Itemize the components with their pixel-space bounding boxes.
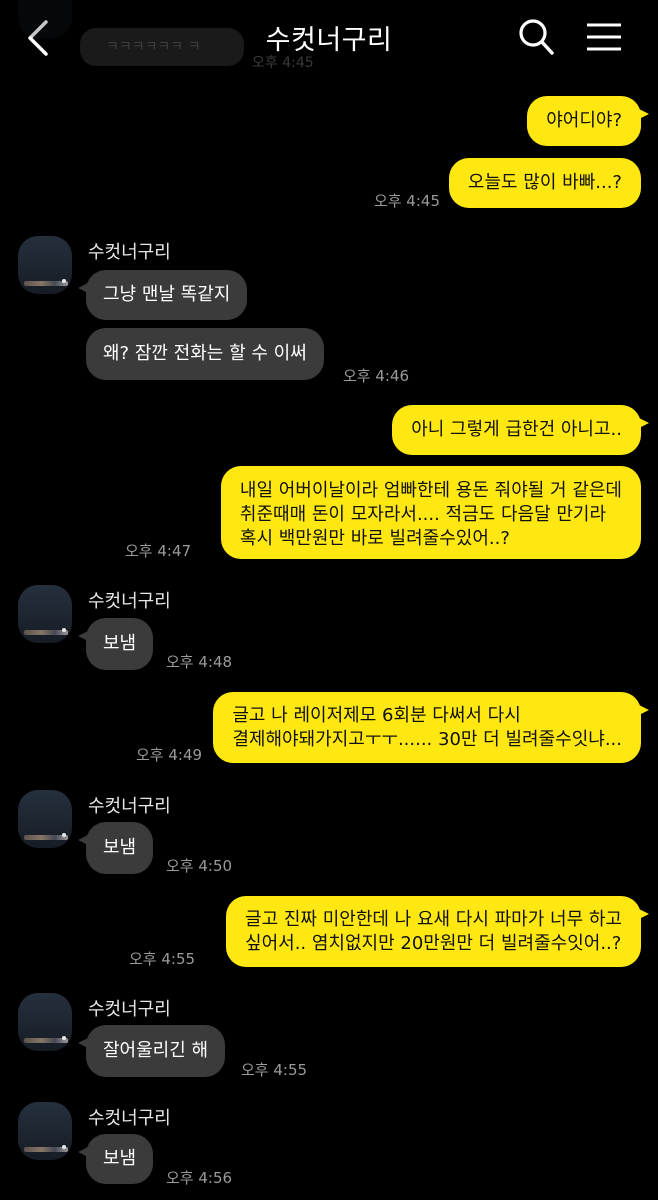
sender-name: 수컷너구리 <box>88 242 171 263</box>
message-bubble-received: 보냄 <box>77 1134 154 1184</box>
message-bubble-received: 보냄 <box>77 822 154 874</box>
message-bubble-sent: 야어디야? <box>527 96 649 146</box>
avatar[interactable] <box>18 1102 72 1160</box>
sender-name: 수컷너구리 <box>88 999 171 1020</box>
avatar[interactable] <box>18 790 72 848</box>
avatar[interactable] <box>18 236 72 294</box>
message-bubble-received: 보냄 <box>77 618 154 670</box>
message-bubble-received: 왜? 잠깐 전화는 할 수 이써 <box>86 328 324 380</box>
message-bubble-received: 잘어울리긴 해 <box>77 1025 226 1077</box>
message-time: 오후 4:49 <box>136 746 203 764</box>
message-bubble-sent: 글고 진짜 미안한데 나 요새 다시 파마가 너무 하고 싶어서.. 염치없지만… <box>226 896 649 967</box>
message-bubble-sent: 글고 나 레이저제모 6회분 다써서 다시 결제해야돼가지고ㅜㅜ...... 3… <box>213 692 649 763</box>
message-time: 오후 4:45 <box>252 55 314 71</box>
search-icon[interactable] <box>516 16 556 58</box>
message-time: 오후 4:47 <box>125 542 192 560</box>
message-bubble-received: 그냥 맨날 똑같지 <box>77 270 248 320</box>
message-time: 오후 4:45 <box>373 192 440 210</box>
message-bubble-sent: 내일 어버이날이라 엄빠한테 용돈 줘야될 거 같은데 취준때매 돈이 모자라서… <box>220 466 641 559</box>
message-time: 오후 4:48 <box>166 653 233 671</box>
hamburger-menu-icon[interactable] <box>584 20 624 54</box>
message-time: 오후 4:56 <box>166 1169 233 1187</box>
message-bubble-sent: 오늘도 많이 바빠...? <box>448 158 641 208</box>
message-time: 오후 4:55 <box>129 950 196 968</box>
sender-name: 수컷너구리 <box>88 1108 171 1129</box>
sender-name: 수컷너구리 <box>88 591 171 612</box>
sender-name: 수컷너구리 <box>88 796 171 817</box>
avatar[interactable] <box>18 585 72 643</box>
message-time: 오후 4:55 <box>241 1061 308 1079</box>
message-time: 오후 4:50 <box>166 857 233 875</box>
avatar[interactable] <box>18 993 72 1051</box>
message-time: 오후 4:46 <box>343 367 410 385</box>
message-bubble-received: ㅋㅋㅋㅋㅋㅋ ㅋ <box>80 28 244 66</box>
avatar[interactable] <box>18 0 72 38</box>
message-bubble-sent: 아니 그렇게 급한건 아니고.. <box>392 405 649 455</box>
